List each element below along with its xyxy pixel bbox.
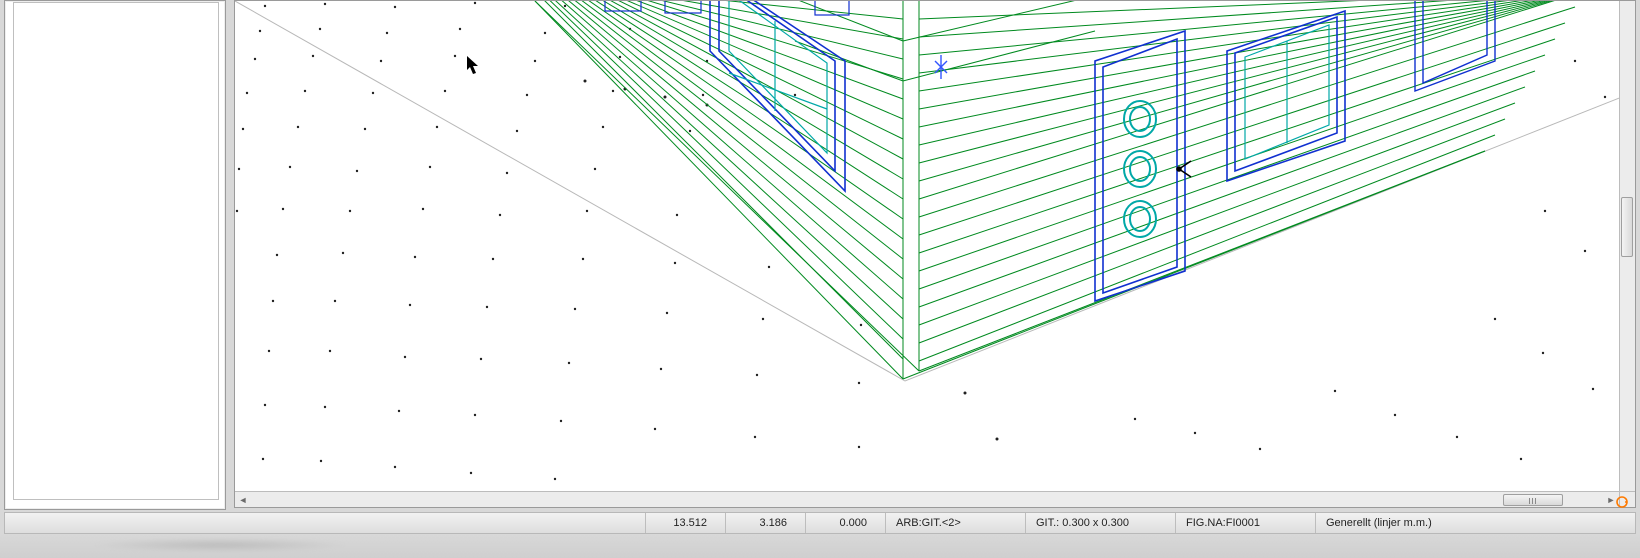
viewport-3d[interactable] — [235, 1, 1619, 491]
status-coord-z: 0.000 — [805, 513, 885, 533]
wireframe-scene — [235, 1, 1619, 491]
door-right — [1095, 31, 1191, 301]
side-panel-inner — [13, 2, 219, 500]
status-arb: ARB:GIT.<2> — [885, 513, 1025, 533]
scrollbar-corner — [1619, 491, 1635, 507]
origin-marker — [935, 55, 947, 79]
status-mode: Generellt (linjer m.m.) — [1315, 513, 1635, 533]
status-figna: FIG.NA:FI0001 — [1175, 513, 1315, 533]
house-walls — [535, 1, 1585, 379]
scrollbar-h-track[interactable] — [251, 493, 1603, 507]
scroll-left-arrow-icon[interactable]: ◄ — [235, 493, 251, 507]
scrollbar-h-thumb[interactable] — [1503, 494, 1563, 506]
scrollbar-horizontal[interactable]: ◄ ► — [235, 491, 1619, 507]
side-panel — [4, 0, 226, 510]
app-root: ◄ ► 13.512 3.186 0.000 ARB:GIT.<2> GIT.:… — [0, 0, 1640, 558]
status-git: GIT.: 0.300 x 0.300 — [1025, 513, 1175, 533]
scrollbar-v-thumb[interactable] — [1621, 197, 1633, 257]
status-spacer — [5, 513, 645, 533]
status-bar: 13.512 3.186 0.000 ARB:GIT.<2> GIT.: 0.3… — [4, 512, 1636, 534]
window-shadow-strip — [0, 534, 1640, 558]
status-coord-x: 13.512 — [645, 513, 725, 533]
scrollbar-vertical[interactable] — [1619, 1, 1635, 491]
ground-outline — [235, 1, 1619, 381]
resize-grip-icon — [1615, 495, 1629, 509]
viewport-frame: ◄ ► — [234, 0, 1636, 508]
status-coord-y: 3.186 — [725, 513, 805, 533]
cursor-icon — [467, 56, 478, 74]
window-left — [710, 1, 845, 191]
